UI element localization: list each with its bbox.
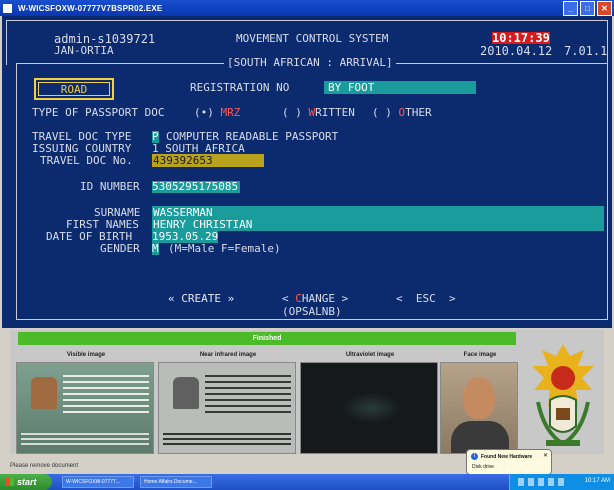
screen-code: (OPSALNB) [280,305,344,318]
passport-option-mrz[interactable]: (•) MRZ [194,107,240,119]
passport-option-written[interactable]: ( ) WRITTEN [282,107,355,119]
visible-photo [31,377,57,409]
window-icon [3,3,12,13]
status-message: Please remove document [10,463,79,469]
radio-written[interactable]: ( ) [282,106,302,119]
change-lt: < [282,292,296,305]
terminal-screen: admin-s1039721 JAN-ORTIA MOVEMENT CONTRO… [2,16,612,328]
nir-mrz [163,433,291,447]
notification-title: Found New Hardware [481,454,533,460]
notification-body: Disk drive [472,464,494,470]
hardware-notification[interactable]: i Found New Hardware Disk drive ✕ [466,449,552,475]
system-title: MOVEMENT CONTROL SYSTEM [236,32,389,45]
nir-photo [173,377,199,409]
create-button[interactable]: « CREATE » [168,293,234,305]
caption-uv: Ultraviolet image [345,352,395,358]
tray-clock[interactable]: 10:17 AM [585,478,610,484]
taskbar-button-mcs[interactable]: W-WICSFOXW-07777... [62,476,134,488]
start-button[interactable]: start [0,474,52,490]
radio-mrz[interactable]: (•) [194,106,214,119]
written-label: RITTEN [315,106,355,119]
location: JAN-ORTIA [54,44,114,57]
taskbar: start W-WICSFOXW-07777... Home Affairs D… [0,474,614,490]
notification-close-icon[interactable]: ✕ [543,452,548,459]
info-icon: i [471,453,478,460]
start-label: start [17,477,37,487]
change-button[interactable]: < CHANGE > [282,293,348,305]
clock-time: 10:17:39 [492,31,550,45]
scan-status-bar: Finished [18,332,516,345]
nir-text-lines [205,375,291,415]
caption-nir: Near infrared image [199,352,257,358]
esc-button[interactable]: < ESC > [396,293,456,305]
mrz-label: RZ [227,106,241,119]
visible-text-lines [63,375,149,415]
maximize-button[interactable]: □ [580,1,595,16]
window-titlebar[interactable]: W-WICSFOXW-07777V7BSPR02.EXE _ □ ✕ [0,0,614,16]
visible-mrz [21,433,149,447]
uv-glow [341,393,401,423]
travel-doc-no-label: TRAVEL DOC No. [40,154,133,167]
scanner-panel: Finished Visible image Near infrared ima… [10,330,604,454]
date: 2010.04.12 [480,44,553,58]
tray-icons[interactable] [518,478,568,486]
gender-hint: (M=Male F=Female) [168,242,281,255]
coat-of-arms-emblem [526,340,600,452]
uv-passport-image[interactable] [300,362,438,454]
face-image[interactable] [440,362,518,454]
minimize-button[interactable]: _ [563,1,578,16]
other-label: THER [405,106,432,119]
id-number-label: ID NUMBER [80,180,140,193]
visible-passport-image[interactable] [16,362,154,454]
road-mode-button[interactable]: ROAD [34,78,114,100]
passport-type-label: TYPE OF PASSPORT DOC [32,106,165,119]
window-title: W-WICSFOXW-07777V7BSPR02.EXE [18,3,163,13]
passport-option-other[interactable]: ( ) OTHER [372,107,432,119]
face-head [463,377,495,419]
change-hotkey: C [295,292,302,305]
caption-visible: Visible image [66,352,106,358]
close-button[interactable]: ✕ [597,1,612,16]
screen-subtitle: [SOUTH AFRICAN : ARRIVAL] [224,57,396,69]
radio-other[interactable]: ( ) [372,106,392,119]
registration-input[interactable]: BY FOOT [328,82,374,94]
nir-passport-image[interactable] [158,362,296,454]
gender-input[interactable]: M [152,243,159,255]
travel-doc-no-input[interactable]: 439392653 [153,155,213,167]
taskbar-button-docs[interactable]: Home Affairs Docume... [140,476,212,488]
id-number-input[interactable]: 5305295175085 [152,181,241,193]
registration-label: REGISTRATION NO [190,81,290,94]
caption-face: Face image [463,352,497,358]
version: 7.01.1 [564,44,608,58]
change-label: HANGE > [301,292,349,305]
windows-logo-icon [6,478,14,486]
system-tray: 10:17 AM [509,474,614,490]
gender-label: GENDER [100,242,140,255]
